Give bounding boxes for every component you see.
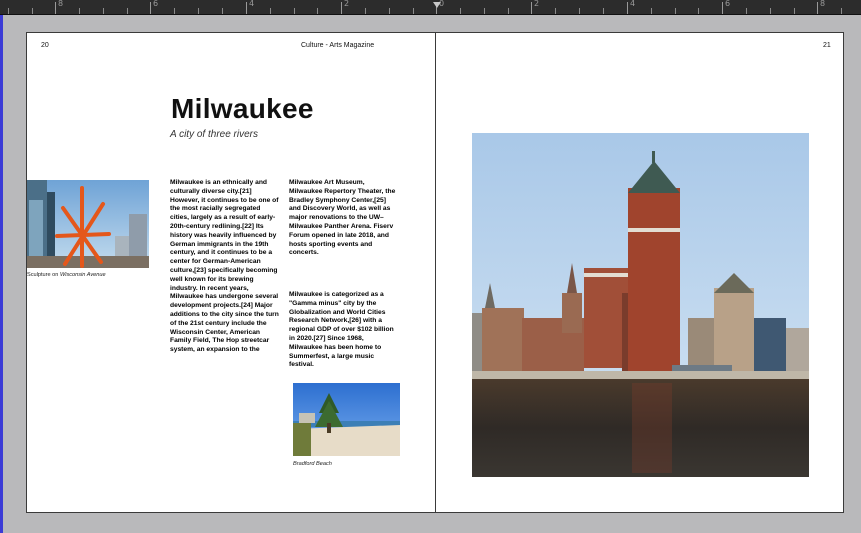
ruler-label: 4: [249, 0, 255, 8]
sculpture-caption: Sculpture on Wisconsin Avenue: [27, 272, 167, 278]
ruler-label: 4: [630, 0, 636, 8]
right-page-number: 21: [823, 42, 831, 49]
ruler-label: 6: [153, 0, 159, 8]
caption-place: Wisconsin Avenue: [59, 272, 106, 278]
page-spread[interactable]: 20 Culture - Arts Magazine 21 Milwaukee …: [26, 32, 844, 513]
article-subtitle[interactable]: A city of three rivers: [170, 129, 258, 140]
ruler-label: 2: [534, 0, 540, 8]
horizontal-ruler[interactable]: 8 6 4 2 0 2 4 6 8: [0, 0, 861, 15]
ruler-label: 2: [344, 0, 350, 8]
vertical-ruler-guide[interactable]: [0, 15, 3, 533]
article-title[interactable]: Milwaukee: [171, 93, 314, 125]
spine-divider: [435, 33, 436, 512]
body-column-2-top[interactable]: Milwaukee Art Museum, Milwaukee Repertor…: [289, 179, 399, 258]
running-head: Culture - Arts Magazine: [301, 42, 375, 49]
body-column-1[interactable]: Milwaukee is an ethnically and culturall…: [170, 179, 280, 355]
ruler-label: 6: [725, 0, 731, 8]
beach-caption: Bradford Beach: [293, 461, 332, 467]
sculpture-photo[interactable]: [27, 180, 149, 268]
ruler-label: 8: [58, 0, 64, 8]
beach-photo[interactable]: [293, 383, 400, 456]
caption-prefix: Sculpture on: [27, 272, 60, 278]
left-page-number: 20: [41, 42, 49, 49]
milwaukee-river-photo[interactable]: [472, 133, 809, 477]
ruler-label: 8: [820, 0, 826, 8]
ruler-indent-marker[interactable]: [433, 2, 441, 8]
body-column-2-bottom[interactable]: Milwaukee is categorized as a "Gamma min…: [289, 291, 399, 370]
